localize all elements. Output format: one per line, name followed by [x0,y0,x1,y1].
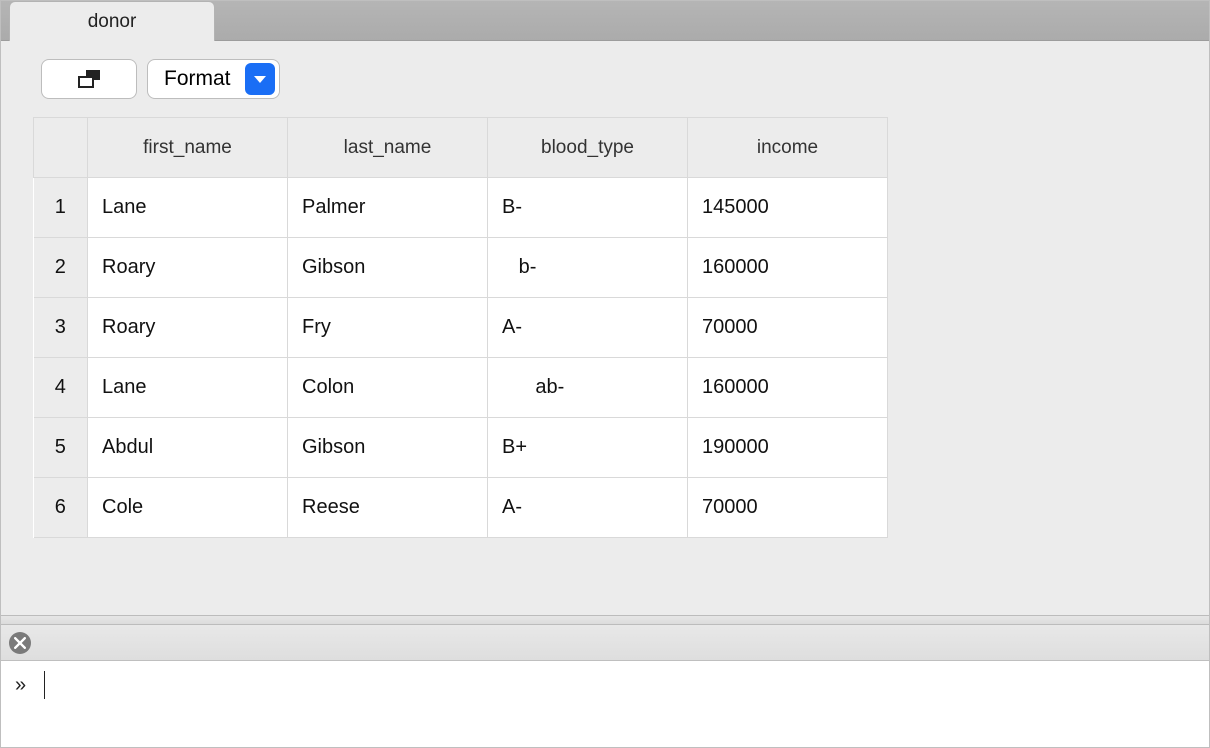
cell-income[interactable]: 190000 [688,418,888,478]
cell-first-name[interactable]: Roary [88,238,288,298]
cell-blood-type[interactable]: ab- [488,358,688,418]
data-table: first_name last_name blood_type income 1… [33,117,888,538]
cell-first-name[interactable]: Lane [88,178,288,238]
tab-donor[interactable]: donor [9,1,215,41]
col-header-income[interactable]: income [688,118,888,178]
table-row[interactable]: 2 Roary Gibson b- 160000 [34,238,888,298]
app-frame: donor Format first_name last_name bl [0,0,1210,748]
corner-cell [34,118,88,178]
col-header-blood-type[interactable]: blood_type [488,118,688,178]
cell-blood-type[interactable]: A- [488,298,688,358]
table-row[interactable]: 4 Lane Colon ab- 160000 [34,358,888,418]
tab-label: donor [88,11,137,33]
col-header-last-name[interactable]: last_name [288,118,488,178]
tab-strip: donor [1,1,1209,41]
row-number: 2 [34,238,88,298]
chevron-down-icon [245,63,275,95]
cell-income[interactable]: 160000 [688,358,888,418]
close-icon [14,637,26,649]
splitter[interactable] [1,615,1209,625]
col-header-first-name[interactable]: first_name [88,118,288,178]
row-number: 4 [34,358,88,418]
table-row[interactable]: 1 Lane Palmer B- 145000 [34,178,888,238]
table-row[interactable]: 3 Roary Fry A- 70000 [34,298,888,358]
console-input[interactable] [44,671,1106,699]
toolbar: Format [41,59,1209,99]
cell-blood-type[interactable]: B+ [488,418,688,478]
table-header-row: first_name last_name blood_type income [34,118,888,178]
close-console-button[interactable] [9,632,31,654]
cell-income[interactable]: 145000 [688,178,888,238]
format-dropdown[interactable]: Format [147,59,280,99]
cell-income[interactable]: 160000 [688,238,888,298]
popout-icon [78,70,100,88]
row-number: 5 [34,418,88,478]
cell-first-name[interactable]: Roary [88,298,288,358]
popout-button[interactable] [41,59,137,99]
cell-income[interactable]: 70000 [688,478,888,538]
cell-blood-type[interactable]: B- [488,178,688,238]
cell-last-name[interactable]: Palmer [288,178,488,238]
data-panel: Format first_name last_name blood_type i… [1,41,1209,615]
console: » [1,661,1209,747]
console-header [1,625,1209,661]
row-number: 3 [34,298,88,358]
row-number: 1 [34,178,88,238]
cell-last-name[interactable]: Colon [288,358,488,418]
cell-first-name[interactable]: Lane [88,358,288,418]
table-row[interactable]: 5 Abdul Gibson B+ 190000 [34,418,888,478]
cell-first-name[interactable]: Abdul [88,418,288,478]
cell-last-name[interactable]: Gibson [288,238,488,298]
table-row[interactable]: 6 Cole Reese A- 70000 [34,478,888,538]
row-number: 6 [34,478,88,538]
cell-last-name[interactable]: Reese [288,478,488,538]
cell-blood-type[interactable]: b- [488,238,688,298]
cell-income[interactable]: 70000 [688,298,888,358]
cell-first-name[interactable]: Cole [88,478,288,538]
format-label: Format [164,67,231,91]
cell-last-name[interactable]: Fry [288,298,488,358]
prompt-icon: » [15,671,26,699]
cell-last-name[interactable]: Gibson [288,418,488,478]
cell-blood-type[interactable]: A- [488,478,688,538]
